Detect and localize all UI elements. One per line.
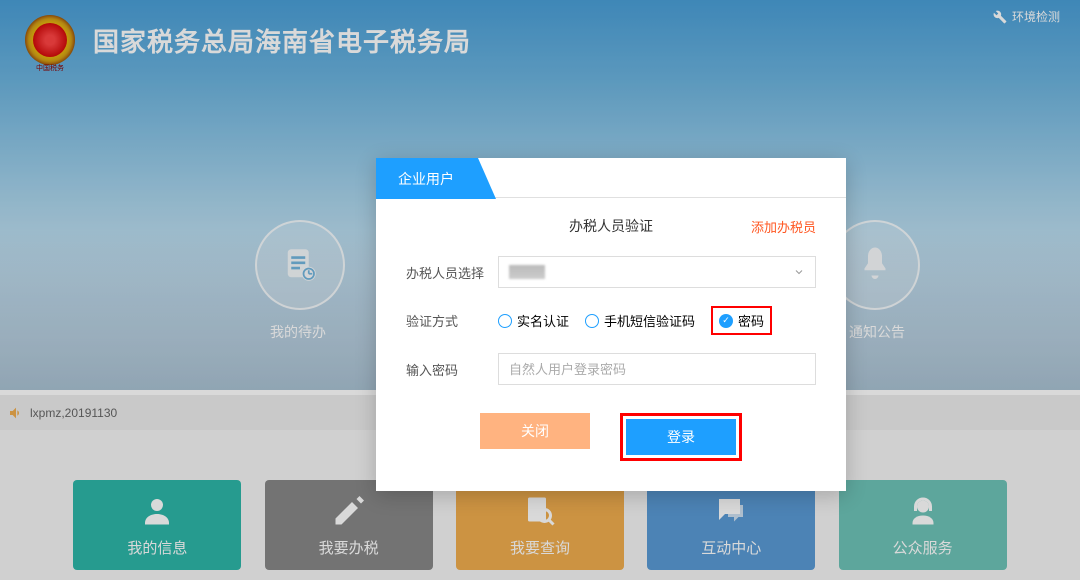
button-row: 关闭 登录 xyxy=(406,413,816,461)
verify-method-group: 实名认证 手机短信验证码 密码 xyxy=(498,306,816,335)
login-button[interactable]: 登录 xyxy=(626,419,736,455)
highlight-login-button: 登录 xyxy=(620,413,742,461)
radio-label: 密码 xyxy=(738,311,764,330)
label-password-input: 输入密码 xyxy=(406,360,498,379)
select-value-blurred xyxy=(509,265,545,279)
login-dialog: 企业用户 办税人员验证 添加办税员 办税人员选择 验证方式 实名认证 xyxy=(376,158,846,491)
row-password-input: 输入密码 xyxy=(406,353,816,385)
row-person-select: 办税人员选择 xyxy=(406,256,816,288)
dialog-body: 办税人员验证 添加办税员 办税人员选择 验证方式 实名认证 xyxy=(376,198,846,491)
radio-password[interactable]: 密码 xyxy=(719,311,764,330)
password-input[interactable] xyxy=(498,353,816,385)
section-title: 办税人员验证 xyxy=(569,216,653,236)
tab-enterprise-user[interactable]: 企业用户 xyxy=(376,158,496,199)
radio-icon xyxy=(585,314,599,328)
chevron-down-icon xyxy=(793,266,805,278)
close-button[interactable]: 关闭 xyxy=(480,413,590,449)
add-tax-person-link[interactable]: 添加办税员 xyxy=(751,217,816,236)
row-verify-method: 验证方式 实名认证 手机短信验证码 密码 xyxy=(406,306,816,335)
radio-realname[interactable]: 实名认证 xyxy=(498,311,569,330)
label-person-select: 办税人员选择 xyxy=(406,263,498,282)
radio-icon xyxy=(498,314,512,328)
radio-label: 实名认证 xyxy=(517,311,569,330)
highlight-password-radio: 密码 xyxy=(711,306,772,335)
radio-checked-icon xyxy=(719,314,733,328)
radio-sms[interactable]: 手机短信验证码 xyxy=(585,311,695,330)
radio-label: 手机短信验证码 xyxy=(604,311,695,330)
dialog-tabs: 企业用户 xyxy=(376,158,846,198)
person-select[interactable] xyxy=(498,256,816,288)
label-verify-method: 验证方式 xyxy=(406,311,498,330)
section-title-row: 办税人员验证 添加办税员 xyxy=(406,216,816,236)
